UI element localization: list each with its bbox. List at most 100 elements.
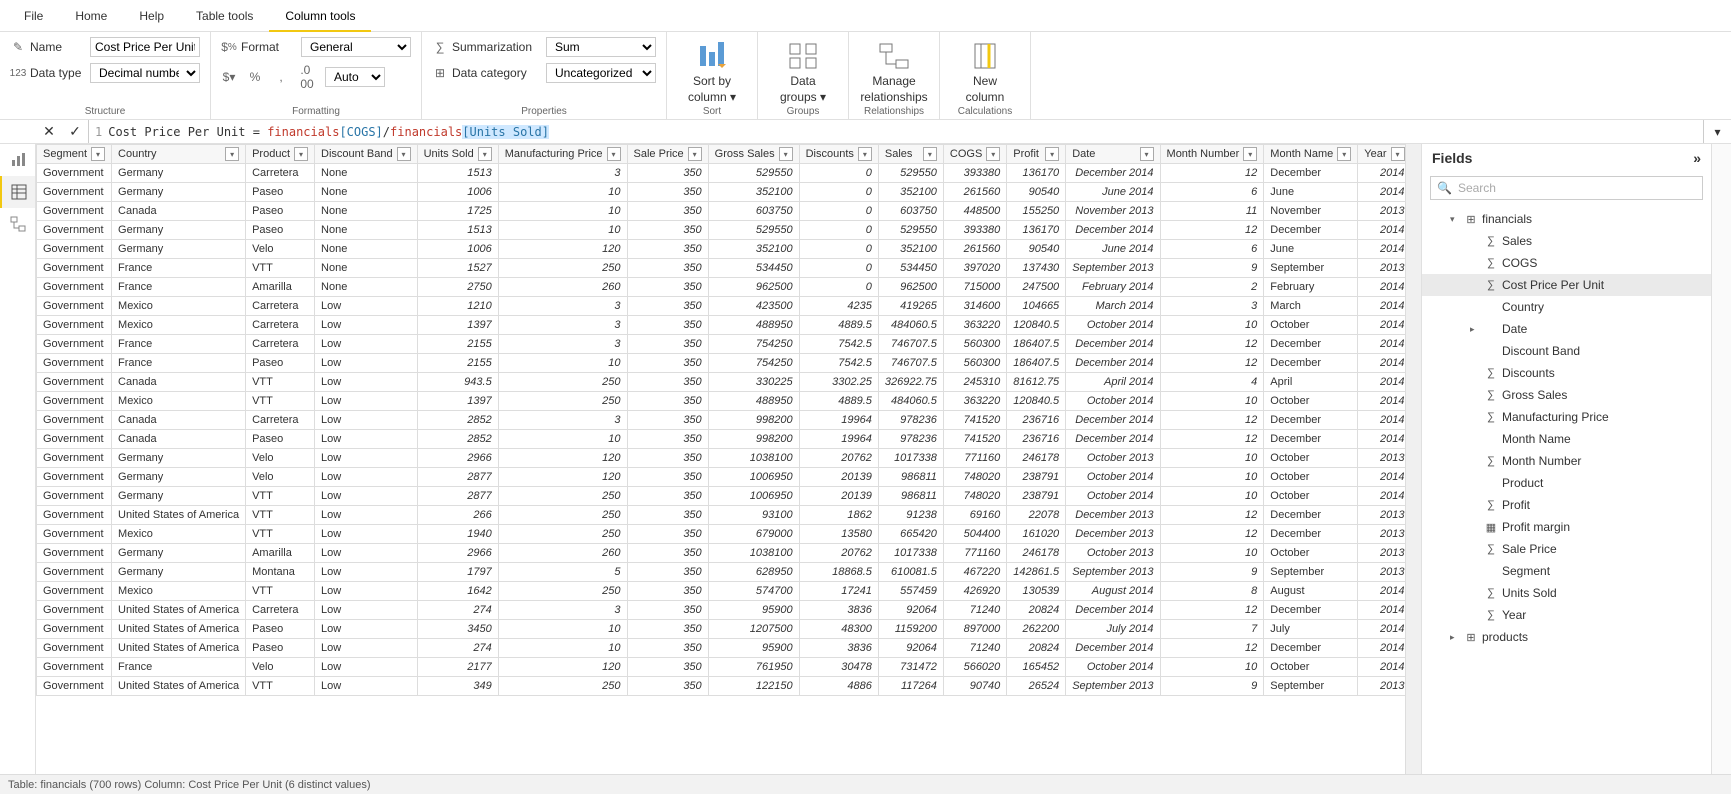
table-row[interactable]: GovernmentMexicoVTTLow139725035048895048… — [37, 392, 1406, 411]
table-row[interactable]: GovernmentGermanyPaseoNone10061035035210… — [37, 183, 1406, 202]
formula-commit-button[interactable]: ✓ — [62, 123, 88, 140]
column-filter-button[interactable]: ▾ — [294, 147, 308, 161]
model-view-button[interactable] — [0, 208, 35, 240]
column-filter-button[interactable]: ▾ — [986, 147, 1000, 161]
table-row[interactable]: GovernmentMexicoCarreteraLow139733504889… — [37, 316, 1406, 335]
decimals-icon[interactable]: .000 — [299, 69, 315, 85]
column-filter-button[interactable]: ▾ — [397, 147, 411, 161]
column-header[interactable]: Year▾ — [1358, 145, 1405, 164]
column-header[interactable]: Date▾ — [1066, 145, 1160, 164]
tab-help[interactable]: Help — [123, 0, 180, 32]
table-row[interactable]: GovernmentGermanyVeloLow2877120350100695… — [37, 468, 1406, 487]
table-row[interactable]: GovernmentCanadaCarreteraLow285233509982… — [37, 411, 1406, 430]
formula-cancel-button[interactable]: ✕ — [36, 123, 62, 140]
table-row[interactable]: GovernmentGermanyVeloLow2966120350103810… — [37, 449, 1406, 468]
field-node[interactable]: ∑Sales — [1422, 230, 1711, 252]
formula-input[interactable]: 1Cost Price Per Unit = financials[COGS]/… — [89, 120, 1703, 143]
column-filter-button[interactable]: ▾ — [607, 147, 621, 161]
table-row[interactable]: GovernmentUnited States of AmericaVTTLow… — [37, 677, 1406, 696]
table-row[interactable]: GovernmentGermanyVTTLow28772503501006950… — [37, 487, 1406, 506]
tab-home[interactable]: Home — [59, 0, 123, 32]
table-row[interactable]: GovernmentFrancePaseoLow2155103507542507… — [37, 354, 1406, 373]
column-filter-button[interactable]: ▾ — [1243, 147, 1257, 161]
field-node[interactable]: ∑Sale Price — [1422, 538, 1711, 560]
tab-column-tools[interactable]: Column tools — [269, 0, 371, 32]
table-row[interactable]: GovernmentMexicoCarreteraLow121033504235… — [37, 297, 1406, 316]
category-select[interactable]: Uncategorized — [546, 63, 656, 83]
column-filter-button[interactable]: ▾ — [1140, 147, 1154, 161]
report-view-button[interactable] — [0, 144, 35, 176]
manage-relationships-button[interactable]: Manage relationships — [859, 36, 929, 106]
table-row[interactable]: GovernmentGermanyVeloNone100612035035210… — [37, 240, 1406, 259]
tab-table-tools[interactable]: Table tools — [180, 0, 269, 32]
column-header[interactable]: Sale Price▾ — [627, 145, 708, 164]
decimals-select[interactable]: Auto — [325, 67, 385, 87]
column-header[interactable]: Month Name▾ — [1264, 145, 1358, 164]
field-node[interactable]: ∑COGS — [1422, 252, 1711, 274]
new-column-button[interactable]: New column — [950, 36, 1020, 106]
column-filter-button[interactable]: ▾ — [923, 147, 937, 161]
table-row[interactable]: GovernmentFranceVeloLow21771203507619503… — [37, 658, 1406, 677]
field-node[interactable]: Product — [1422, 472, 1711, 494]
data-groups-button[interactable]: Data groups ▾ — [768, 36, 838, 106]
currency-icon[interactable]: $▾ — [221, 69, 237, 85]
table-row[interactable]: GovernmentCanadaVTTLow943.52503503302253… — [37, 373, 1406, 392]
table-row[interactable]: GovernmentUnited States of AmericaPaseoL… — [37, 639, 1406, 658]
summarization-select[interactable]: Sum — [546, 37, 656, 57]
data-grid[interactable]: Segment▾Country▾Product▾Discount Band▾Un… — [36, 144, 1405, 774]
table-row[interactable]: GovernmentUnited States of AmericaPaseoL… — [37, 620, 1406, 639]
table-row[interactable]: GovernmentUnited States of AmericaCarret… — [37, 601, 1406, 620]
column-header[interactable]: Country▾ — [112, 145, 246, 164]
field-node[interactable]: ∑Year — [1422, 604, 1711, 626]
sort-by-column-button[interactable]: Sort by column ▾ — [677, 36, 747, 106]
field-node[interactable]: ∑Month Number — [1422, 450, 1711, 472]
column-filter-button[interactable]: ▾ — [688, 147, 702, 161]
field-node[interactable]: ▸Date — [1422, 318, 1711, 340]
tab-file[interactable]: File — [8, 0, 59, 32]
column-header[interactable]: Sales▾ — [878, 145, 943, 164]
field-node[interactable]: ∑Profit — [1422, 494, 1711, 516]
column-filter-button[interactable]: ▾ — [225, 147, 239, 161]
column-header[interactable]: Units Sold▾ — [417, 145, 498, 164]
field-node[interactable]: Month Name — [1422, 428, 1711, 450]
table-row[interactable]: GovernmentGermanyMontanaLow1797535062895… — [37, 563, 1406, 582]
table-row[interactable]: GovernmentGermanyCarreteraNone1513335052… — [37, 164, 1406, 183]
column-filter-button[interactable]: ▾ — [91, 147, 105, 161]
column-header[interactable]: Manufacturing Price▾ — [498, 145, 627, 164]
table-row[interactable]: GovernmentGermanyPaseoNone15131035052955… — [37, 221, 1406, 240]
column-filter-button[interactable]: ▾ — [478, 147, 492, 161]
field-node[interactable]: ∑Cost Price Per Unit — [1422, 274, 1711, 296]
table-row[interactable]: GovernmentUnited States of AmericaVTTLow… — [37, 506, 1406, 525]
vertical-scrollbar[interactable] — [1405, 144, 1421, 774]
field-node[interactable]: ∑Manufacturing Price — [1422, 406, 1711, 428]
column-header[interactable]: Discounts▾ — [799, 145, 878, 164]
table-row[interactable]: GovernmentMexicoVTTLow194025035067900013… — [37, 525, 1406, 544]
datatype-select[interactable]: Decimal number — [90, 63, 200, 83]
fields-collapse-button[interactable]: » — [1693, 150, 1701, 166]
field-node[interactable]: ∑Discounts — [1422, 362, 1711, 384]
column-header[interactable]: Product▾ — [246, 145, 315, 164]
column-header[interactable]: Profit▾ — [1007, 145, 1066, 164]
column-header[interactable]: COGS▾ — [943, 145, 1006, 164]
format-select[interactable]: General — [301, 37, 411, 57]
table-row[interactable]: GovernmentMexicoVTTLow164225035057470017… — [37, 582, 1406, 601]
collapsed-pane[interactable] — [1711, 144, 1731, 774]
column-filter-button[interactable]: ▾ — [779, 147, 793, 161]
fields-search-input[interactable]: 🔍 Search — [1430, 176, 1703, 200]
percent-icon[interactable]: % — [247, 69, 263, 85]
table-row[interactable]: GovernmentCanadaPaseoLow2852103509982001… — [37, 430, 1406, 449]
column-filter-button[interactable]: ▾ — [858, 147, 872, 161]
thousands-icon[interactable]: , — [273, 69, 289, 85]
column-header[interactable]: Discount Band▾ — [315, 145, 418, 164]
field-node[interactable]: ∑Units Sold — [1422, 582, 1711, 604]
column-header[interactable]: Gross Sales▾ — [708, 145, 799, 164]
name-input[interactable] — [90, 37, 200, 57]
field-node[interactable]: ▦Profit margin — [1422, 516, 1711, 538]
table-row[interactable]: GovernmentFranceCarreteraLow215533507542… — [37, 335, 1406, 354]
field-node[interactable]: Segment — [1422, 560, 1711, 582]
table-row[interactable]: GovernmentFranceAmarillaNone275026035096… — [37, 278, 1406, 297]
column-filter-button[interactable]: ▾ — [1045, 147, 1059, 161]
table-row[interactable]: GovernmentFranceVTTNone15272503505344500… — [37, 259, 1406, 278]
formula-expand-button[interactable]: ▾ — [1703, 120, 1731, 143]
data-view-button[interactable] — [0, 176, 35, 208]
